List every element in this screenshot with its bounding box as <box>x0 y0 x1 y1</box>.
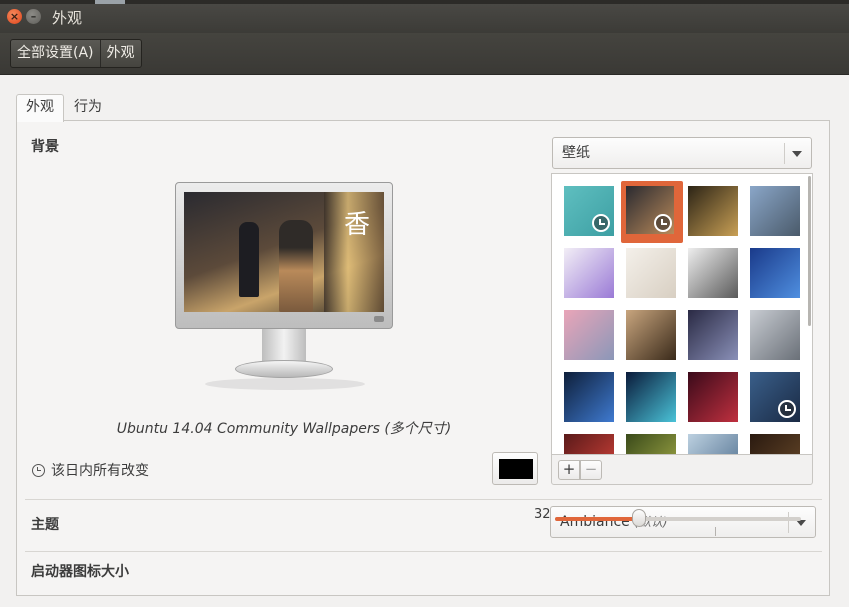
wallpaper-image <box>564 310 614 360</box>
add-wallpaper-button[interactable]: + <box>558 460 580 480</box>
slideshow-clock-icon <box>778 400 796 418</box>
combo-separator <box>784 143 785 164</box>
wallpaper-thumbnail[interactable] <box>750 186 802 238</box>
appearance-panel: 背景 壁纸 香 Ubuntu 14.04 Community Wallpaper… <box>16 120 830 596</box>
minimize-button[interactable]: – <box>26 9 41 24</box>
wallpaper-image <box>626 434 676 454</box>
monitor-base <box>235 360 333 378</box>
wallpaper-thumbnail[interactable] <box>750 372 802 424</box>
slideshow-clock-icon <box>592 214 610 232</box>
content-area: 外观 行为 背景 壁纸 香 Ubuntu 14.04 Community Wal… <box>0 75 849 607</box>
preview-figure-woman <box>279 220 313 312</box>
breadcrumb-all-settings[interactable]: 全部设置(A) <box>11 40 100 67</box>
wallpaper-thumbnail[interactable] <box>688 186 740 238</box>
wallpaper-image <box>626 310 676 360</box>
combo-separator <box>788 512 789 533</box>
breadcrumb: 全部设置(A) 外观 <box>10 39 142 68</box>
launcher-size-label: 启动器图标大小 <box>31 564 129 580</box>
slider-fill <box>555 517 639 521</box>
grid-scrollbar[interactable] <box>808 176 811 326</box>
wallpaper-image <box>750 434 800 454</box>
window-title: 外观 <box>52 9 83 27</box>
monitor-shadow <box>205 378 365 390</box>
wallpaper-image <box>688 248 738 298</box>
divider <box>25 499 822 500</box>
wallpaper-thumbnail[interactable] <box>626 434 678 454</box>
wallpaper-thumbnail[interactable] <box>564 248 616 300</box>
background-source-combo[interactable]: 壁纸 <box>552 137 812 169</box>
preview-image: 香 <box>184 192 384 312</box>
wallpaper-thumbnail[interactable] <box>750 310 802 362</box>
tab-appearance[interactable]: 外观 <box>16 94 64 122</box>
panel-strip <box>0 0 849 4</box>
wallpaper-thumbnail[interactable] <box>688 248 740 300</box>
theme-combo[interactable]: Ambiance (默认) <box>550 506 816 538</box>
wallpaper-image <box>688 434 738 454</box>
slideshow-hint-text: 该日内所有改变 <box>51 463 149 479</box>
wallpaper-image <box>626 372 676 422</box>
slider-tick <box>715 527 716 536</box>
launcher-size-slider[interactable] <box>555 517 801 521</box>
monitor-bezel: 香 <box>175 182 393 329</box>
color-button[interactable] <box>492 452 538 485</box>
wallpaper-thumbnail[interactable] <box>688 310 740 362</box>
slideshow-clock-icon <box>654 214 672 232</box>
wallpaper-image <box>564 372 614 422</box>
preview-figure-man <box>239 222 259 297</box>
wallpaper-thumbnail[interactable] <box>564 434 616 454</box>
wallpaper-image <box>750 310 800 360</box>
tab-bar: 外观 行为 <box>16 94 112 122</box>
slideshow-hint: 该日内所有改变 <box>32 460 149 480</box>
preview-calligraphy: 香 <box>344 210 371 240</box>
wallpaper-grid <box>551 173 813 454</box>
launcher-size-value: 32 <box>534 507 551 522</box>
wallpaper-image <box>750 248 800 298</box>
wallpaper-thumbnail[interactable] <box>621 181 683 243</box>
wallpaper-image <box>750 186 800 236</box>
remove-wallpaper-button[interactable]: − <box>580 460 602 480</box>
chevron-down-icon <box>792 151 802 157</box>
wallpaper-caption: Ubuntu 14.04 Community Wallpapers (多个尺寸) <box>116 421 452 437</box>
toolbar: 全部设置(A) 外观 <box>0 33 849 75</box>
breadcrumb-appearance[interactable]: 外观 <box>99 40 141 67</box>
background-label: 背景 <box>31 139 59 155</box>
wallpaper-image <box>564 434 614 454</box>
wallpaper-image <box>688 186 738 236</box>
wallpaper-thumbnail[interactable] <box>688 372 740 424</box>
wallpaper-thumbnail[interactable] <box>564 310 616 362</box>
wallpaper-image <box>688 310 738 360</box>
color-swatch <box>499 459 533 479</box>
slider-handle[interactable] <box>631 509 646 527</box>
wallpaper-grid-toolbar: + − <box>551 454 813 485</box>
wallpaper-thumbnail[interactable] <box>688 434 740 454</box>
wallpaper-image <box>564 248 614 298</box>
wallpaper-thumbnail[interactable] <box>626 372 678 424</box>
close-button[interactable]: × <box>7 9 22 24</box>
wallpaper-thumbnail[interactable] <box>750 434 802 454</box>
title-bar: × – 外观 <box>0 0 849 33</box>
wallpaper-thumbnail[interactable] <box>626 310 678 362</box>
power-led <box>374 316 384 322</box>
wallpaper-preview: 香 <box>175 182 393 394</box>
background-source-value: 壁纸 <box>562 145 590 161</box>
wallpaper-image <box>688 372 738 422</box>
wallpaper-thumbnail[interactable] <box>626 248 678 300</box>
clock-icon <box>32 463 45 477</box>
wallpaper-thumbnail[interactable] <box>750 248 802 300</box>
theme-label: 主题 <box>31 517 59 533</box>
divider <box>25 551 822 552</box>
panel-thumbnail <box>95 0 125 4</box>
tab-behavior[interactable]: 行为 <box>64 94 112 121</box>
wallpaper-image <box>626 248 676 298</box>
wallpaper-thumbnail[interactable] <box>564 372 616 424</box>
wallpaper-thumbnail[interactable] <box>564 186 616 238</box>
theme-value: Ambiance (默认) <box>560 507 668 537</box>
